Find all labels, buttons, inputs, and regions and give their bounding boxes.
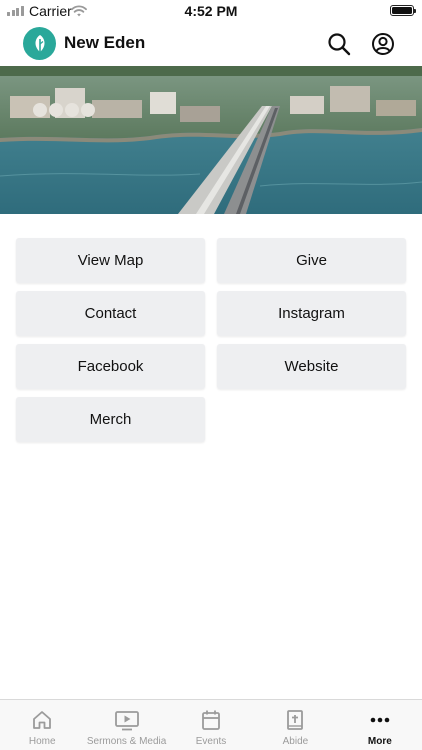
leaf-logo-icon — [23, 27, 56, 60]
tab-events-label: Events — [195, 736, 227, 747]
instagram-button[interactable]: Instagram — [217, 291, 406, 336]
home-icon — [31, 709, 53, 731]
give-button[interactable]: Give — [217, 238, 406, 283]
aerial-bridge-photo — [0, 66, 422, 214]
battery-icon — [390, 5, 416, 16]
website-button[interactable]: Website — [217, 344, 406, 389]
tab-events[interactable]: Events — [169, 700, 253, 750]
view-map-button[interactable]: View Map — [16, 238, 205, 283]
facebook-button[interactable]: Facebook — [16, 344, 205, 389]
contact-button[interactable]: Contact — [16, 291, 205, 336]
tv-play-icon — [114, 709, 140, 731]
bible-icon — [284, 709, 306, 731]
tab-bar: Home Sermons & Media Events Abide More — [0, 699, 422, 750]
app-header: New Eden — [0, 22, 422, 66]
tab-abide-label: Abide — [282, 736, 309, 747]
status-time: 4:52 PM — [184, 3, 238, 19]
tab-home-label: Home — [28, 736, 56, 747]
hero-image — [0, 66, 422, 214]
tab-more-label: More — [367, 736, 392, 747]
profile-icon[interactable] — [370, 31, 396, 57]
tab-more[interactable]: More — [338, 700, 422, 750]
app-title: New Eden — [64, 33, 146, 52]
tab-sermons-media[interactable]: Sermons & Media — [84, 700, 168, 750]
search-icon[interactable] — [326, 31, 352, 57]
status-bar: Carrier 4:52 PM — [0, 0, 422, 22]
tab-abide[interactable]: Abide — [253, 700, 337, 750]
more-dots-icon — [369, 709, 391, 731]
tab-sermons-media-label: Sermons & Media — [86, 736, 167, 747]
link-grid: View Map Give Contact Instagram Facebook… — [16, 238, 406, 442]
calendar-icon — [200, 709, 222, 731]
merch-button[interactable]: Merch — [16, 397, 205, 442]
tab-home[interactable]: Home — [0, 700, 84, 750]
